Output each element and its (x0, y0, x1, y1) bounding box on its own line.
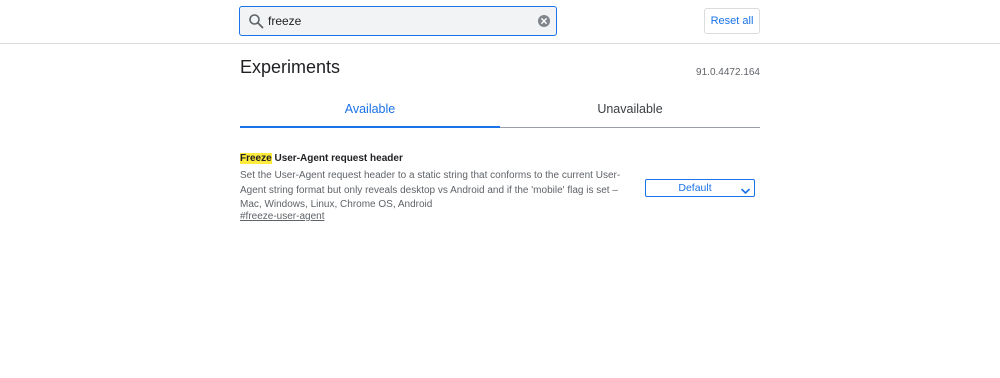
search-icon (248, 13, 264, 29)
clear-search-icon[interactable] (538, 15, 550, 27)
tab-unavailable[interactable]: Unavailable (500, 93, 760, 128)
select-value: Default (678, 182, 712, 194)
search-input[interactable] (268, 11, 528, 31)
experiment-state-select[interactable]: Default (645, 179, 755, 197)
experiment-title-rest: User-Agent request header (271, 153, 403, 164)
experiment-item: Freeze User-Agent request header Set the… (240, 152, 760, 222)
experiment-title: Freeze User-Agent request header (240, 152, 760, 166)
experiment-description: Set the User-Agent request header to a s… (240, 170, 621, 210)
experiment-permalink[interactable]: #freeze-user-agent (240, 211, 325, 222)
reset-all-button[interactable]: Reset all (704, 8, 760, 34)
search-box[interactable] (239, 6, 557, 36)
chevron-down-icon (741, 183, 750, 194)
search-match-highlight: Freeze (240, 153, 272, 164)
version-label: 91.0.4472.164 (696, 67, 760, 78)
page-title: Experiments (240, 57, 341, 77)
top-bar: Reset all (0, 0, 1000, 44)
tab-bar: Available Unavailable (240, 93, 760, 128)
tab-available[interactable]: Available (240, 93, 500, 128)
